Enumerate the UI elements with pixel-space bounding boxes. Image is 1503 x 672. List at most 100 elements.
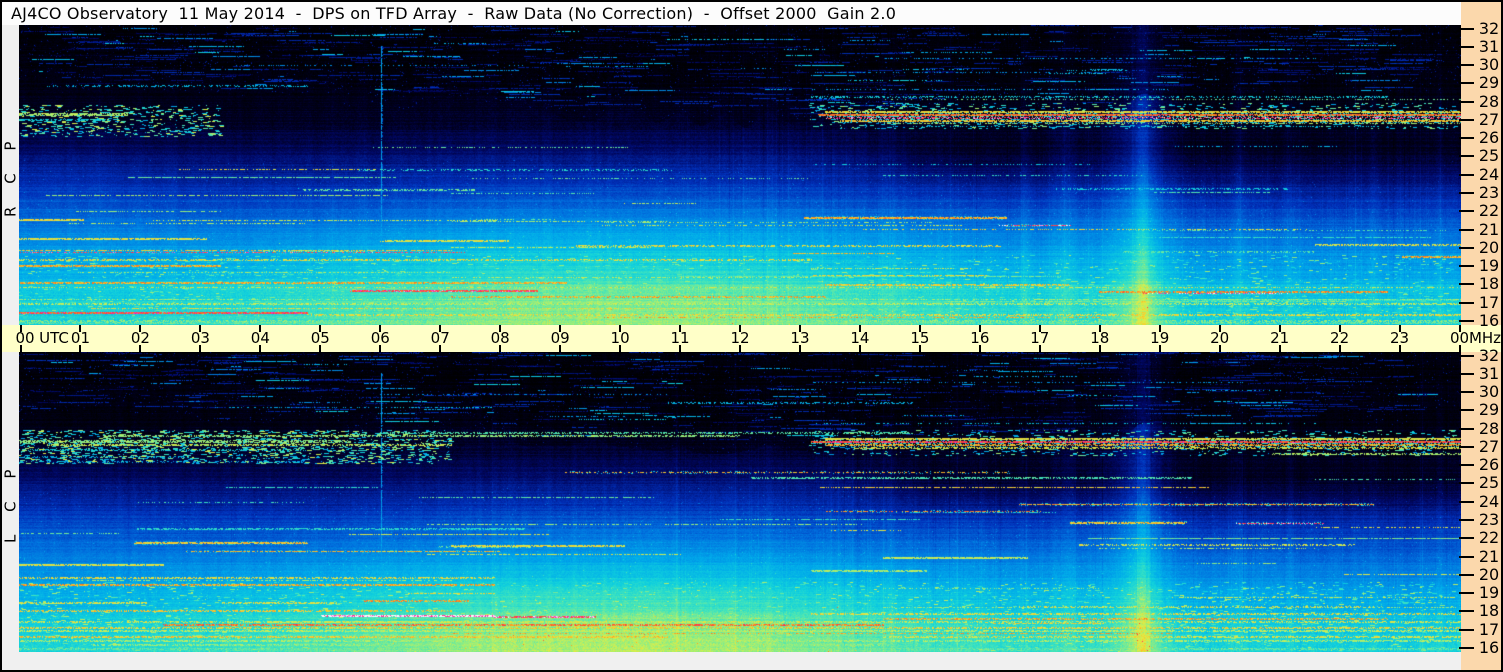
hour-label: 09 (550, 329, 570, 347)
hour-label: 03 (190, 329, 210, 347)
freq-tick (1459, 118, 1474, 121)
freq-tick (1459, 45, 1474, 48)
freq-label: 24 (1478, 164, 1500, 184)
freq-tick (1459, 354, 1474, 357)
hour-label: 23 (1389, 329, 1410, 347)
hour-label: 16 (970, 329, 990, 347)
freq-label: 23 (1478, 510, 1500, 530)
freq-label: 32 (1478, 18, 1500, 38)
freq-tick (1459, 610, 1474, 613)
freq-label: 20 (1478, 564, 1500, 584)
freq-tick (1459, 64, 1474, 67)
mhz-unit-label: MHz (1468, 329, 1502, 347)
freq-label: 22 (1478, 528, 1500, 548)
freq-tick (1459, 137, 1474, 140)
dps-viewer-window: AJ4CO Observatory 11 May 2014 - DPS on T… (0, 0, 1503, 672)
hour-label: 15 (910, 329, 930, 347)
freq-label: 27 (1478, 436, 1500, 456)
freq-tick (1459, 210, 1474, 213)
panel-label-rcp: R C P (1, 132, 20, 218)
hour-label: 02 (130, 329, 150, 347)
freq-label: 25 (1478, 473, 1500, 493)
hour-label: 05 (310, 329, 330, 347)
freq-tick (1459, 519, 1474, 522)
freq-tick (1459, 246, 1474, 249)
freq-tick (1459, 555, 1474, 558)
hour-label: 20 (1210, 329, 1230, 347)
freq-tick (1459, 464, 1474, 467)
hour-label: 08 (490, 329, 510, 347)
freq-tick (1459, 427, 1474, 430)
freq-label: 28 (1478, 91, 1500, 111)
freq-label: 21 (1478, 219, 1500, 239)
freq-label: 26 (1478, 128, 1500, 148)
bottom-margin (2, 652, 1461, 670)
hour-label: 14 (850, 329, 870, 347)
freq-label: 19 (1478, 583, 1500, 603)
hour-label: 10 (610, 329, 630, 347)
freq-tick (1459, 391, 1474, 394)
freq-tick (1459, 537, 1474, 540)
spectrogram-panel-rcp (19, 25, 1461, 325)
window-title: AJ4CO Observatory 11 May 2014 - DPS on T… (11, 4, 897, 23)
hour-label: 11 (670, 329, 690, 347)
freq-label: 30 (1478, 382, 1500, 402)
freq-label: 23 (1478, 183, 1500, 203)
freq-label: 27 (1478, 109, 1500, 129)
freq-label: 32 (1478, 345, 1500, 365)
freq-label: 28 (1478, 418, 1500, 438)
freq-label: 20 (1478, 237, 1500, 257)
freq-label: 16 (1478, 310, 1500, 330)
freq-label: 22 (1478, 201, 1500, 221)
freq-tick (1459, 301, 1474, 304)
freq-tick (1459, 628, 1474, 631)
utc-label: UTC (39, 329, 69, 347)
freq-label: 31 (1478, 36, 1500, 56)
freq-tick (1459, 445, 1474, 448)
freq-label: 17 (1478, 619, 1500, 639)
panel-label-lcp: L C P (1, 460, 20, 544)
hour-label: 17 (1030, 329, 1050, 347)
hour-label: 22 (1330, 329, 1350, 347)
freq-label: 19 (1478, 256, 1500, 276)
freq-tick (1459, 646, 1474, 649)
freq-tick (1459, 500, 1474, 503)
freq-tick (1459, 100, 1474, 103)
freq-tick (1459, 173, 1474, 176)
freq-label: 29 (1478, 400, 1500, 420)
freq-tick (1459, 372, 1474, 375)
freq-tick (1459, 27, 1474, 30)
freq-tick (1459, 192, 1474, 195)
freq-label: 25 (1478, 146, 1500, 166)
hour-label: 07 (430, 329, 450, 347)
freq-label: 29 (1478, 73, 1500, 93)
hour-label: 19 (1150, 329, 1170, 347)
freq-label: 18 (1478, 601, 1500, 621)
freq-tick (1459, 573, 1474, 576)
freq-tick (1459, 155, 1474, 158)
hour-label: 13 (790, 329, 810, 347)
freq-tick (1459, 82, 1474, 85)
freq-tick (1459, 592, 1474, 595)
hour-label: 00 (15, 329, 35, 347)
freq-tick (1459, 319, 1474, 322)
freq-tick (1459, 409, 1474, 412)
freq-tick (1459, 482, 1474, 485)
freq-label: 17 (1478, 292, 1500, 312)
hour-label: 06 (370, 329, 390, 347)
freq-label: 26 (1478, 455, 1500, 475)
hour-label: 18 (1090, 329, 1110, 347)
spectrogram-panel-lcp (19, 352, 1461, 652)
title-bar: AJ4CO Observatory 11 May 2014 - DPS on T… (2, 2, 1461, 25)
freq-tick (1459, 228, 1474, 231)
freq-label: 21 (1478, 546, 1500, 566)
hour-label: 01 (70, 329, 90, 347)
freq-tick (1459, 265, 1474, 268)
freq-label: 16 (1478, 637, 1500, 657)
hour-label: 04 (250, 329, 270, 347)
freq-label: 24 (1478, 491, 1500, 511)
freq-label: 30 (1478, 55, 1500, 75)
hour-label: 12 (730, 329, 750, 347)
hour-label: 00 (1449, 329, 1470, 347)
freq-label: 18 (1478, 274, 1500, 294)
